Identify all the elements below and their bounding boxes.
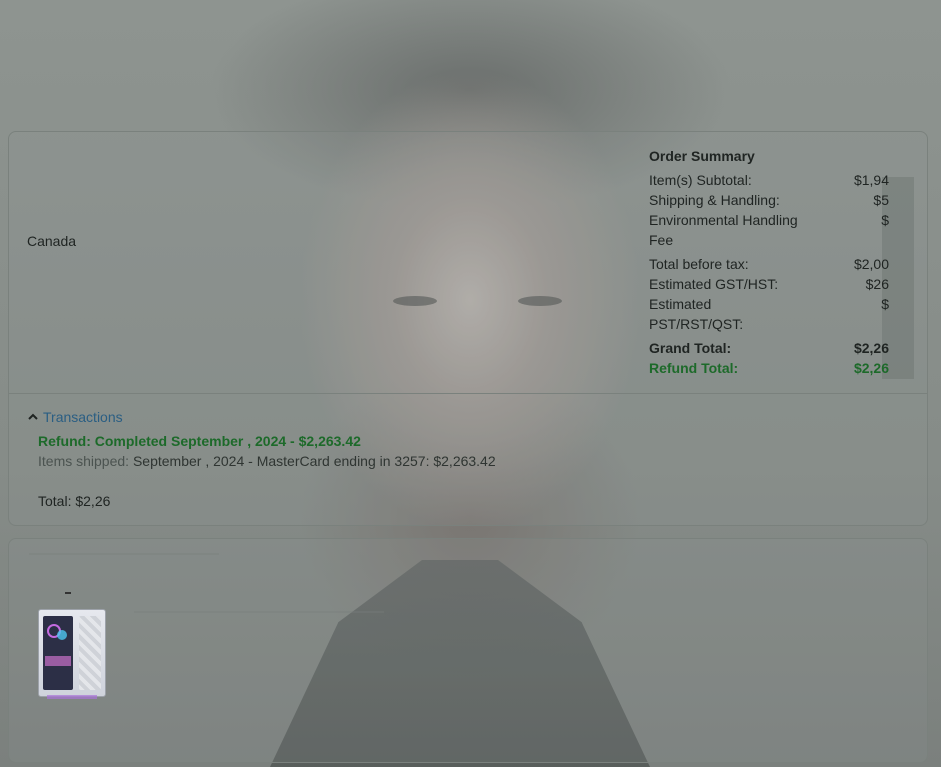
faint-product-title xyxy=(134,611,384,613)
summary-value: $2,26 xyxy=(853,340,889,356)
summary-label: Total before tax: xyxy=(649,256,749,272)
faint-header-text xyxy=(29,553,219,555)
pc-front-mesh xyxy=(79,616,101,690)
items-shipped-detail: September , 2024 - MasterCard ending in … xyxy=(132,453,496,469)
pc-fan-light xyxy=(57,630,67,640)
summary-row-before-tax: Total before tax: $2,00 xyxy=(649,254,889,274)
transactions-toggle-label: Transactions xyxy=(43,409,123,425)
summary-label: Refund Total: xyxy=(649,360,739,376)
section-divider xyxy=(9,393,927,394)
summary-value: $2,00 xyxy=(853,256,889,272)
transactions-toggle[interactable]: Transactions xyxy=(27,409,496,425)
summary-row-gst-hst: Estimated GST/HST: $26 xyxy=(649,274,889,294)
summary-label: Estimated GST/HST: xyxy=(649,276,779,292)
refund-status-line: Refund: Completed September , 2024 - $2,… xyxy=(38,433,361,449)
summary-row-shipping: Shipping & Handling: $5 xyxy=(649,190,889,210)
pc-base-light xyxy=(47,695,97,699)
summary-value: $2,26 xyxy=(853,360,889,376)
summary-row-grand-total: Grand Total: $2,26 xyxy=(649,338,889,358)
pc-rgb-light xyxy=(45,656,71,666)
summary-value: $1,94 xyxy=(853,172,889,188)
product-image-desktop-pc[interactable] xyxy=(38,609,106,699)
summary-row-environmental-fee: Environmental Handling Fee $ xyxy=(649,210,889,250)
order-summary-title: Order Summary xyxy=(649,148,755,164)
summary-row-refund-total: Refund Total: $2,26 xyxy=(649,358,889,378)
items-shipped-label: Items shipped: xyxy=(38,453,130,469)
summary-label: Grand Total: xyxy=(649,340,732,356)
order-summary: Order Summary Item(s) Subtotal: $1,94 Sh… xyxy=(649,148,889,378)
summary-label: Shipping & Handling: xyxy=(649,192,780,208)
transactions-section: Transactions Refund: Completed September… xyxy=(27,409,496,509)
shipping-address-country: Canada xyxy=(27,233,77,249)
pc-glass-panel xyxy=(43,616,73,690)
transactions-total: Total: $2,26 xyxy=(38,493,111,509)
summary-row-pst-rst-qst: Estimated PST/RST/QST: $ xyxy=(649,294,889,334)
summary-row-subtotal: Item(s) Subtotal: $1,94 xyxy=(649,170,889,190)
summary-value: $ xyxy=(881,212,889,228)
order-details-panel: Canada Order Summary Item(s) Subtotal: $… xyxy=(8,131,928,526)
summary-value: $ xyxy=(881,296,889,312)
summary-label: Environmental Handling Fee xyxy=(649,212,798,248)
summary-value: $5 xyxy=(873,192,889,208)
shipment-panel xyxy=(8,538,928,763)
product-title-dash xyxy=(65,592,71,594)
summary-label: Item(s) Subtotal: xyxy=(649,172,752,188)
summary-label: Estimated PST/RST/QST: xyxy=(649,296,744,332)
summary-value: $26 xyxy=(865,276,889,292)
chevron-up-icon xyxy=(28,413,38,420)
items-shipped-line: Items shipped: September , 2024 - Master… xyxy=(38,453,496,469)
